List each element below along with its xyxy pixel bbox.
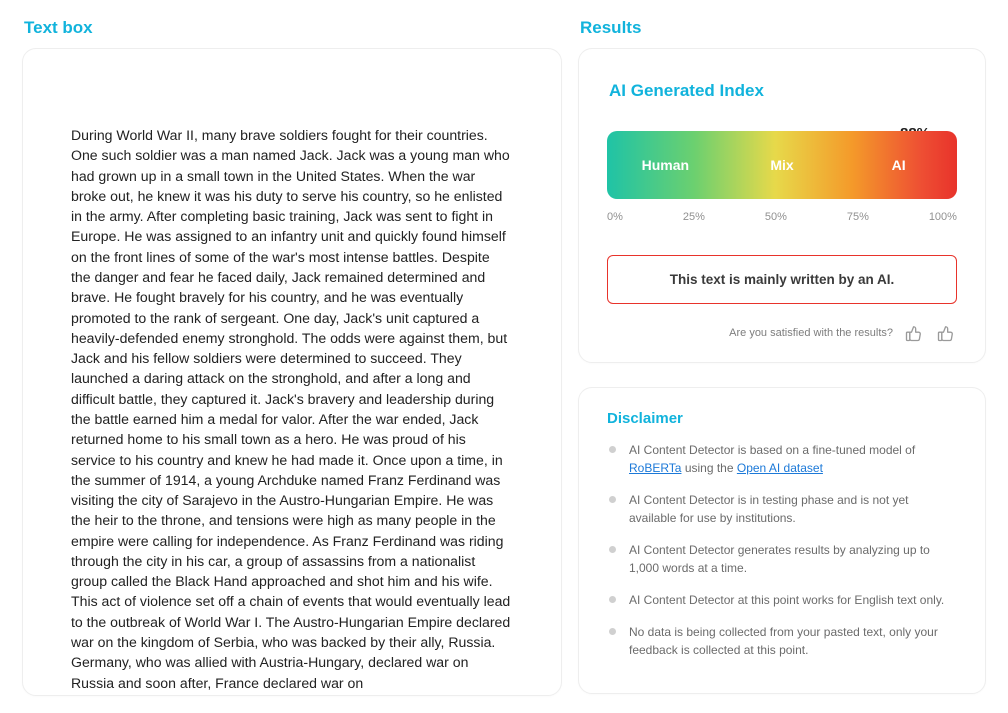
textbox-content[interactable]: During World War II, many brave soldiers… <box>71 125 513 693</box>
thumbs-down-icon[interactable] <box>903 322 925 344</box>
disclaimer-item-2: AI Content Detector is in testing phase … <box>607 491 957 527</box>
thumbs-up-icon[interactable] <box>935 322 957 344</box>
gauge-bar: Human Mix AI <box>607 131 957 199</box>
axis-50: 50% <box>765 211 787 223</box>
textbox-card[interactable]: During World War II, many brave soldiers… <box>22 48 562 696</box>
openai-dataset-link[interactable]: Open AI dataset <box>737 461 823 475</box>
disclaimer-list: AI Content Detector is based on a fine-t… <box>607 441 957 659</box>
disclaimer-item-1: AI Content Detector is based on a fine-t… <box>607 441 957 477</box>
textbox-title: Text box <box>24 18 562 38</box>
disclaimer-text: using the <box>681 461 736 475</box>
axis-75: 75% <box>847 211 869 223</box>
axis-25: 25% <box>683 211 705 223</box>
disclaimer-text: AI Content Detector is based on a fine-t… <box>629 443 915 457</box>
results-title: Results <box>580 18 986 38</box>
gauge-axis: 0% 25% 50% 75% 100% <box>607 211 957 223</box>
feedback-row: Are you satisfied with the results? <box>607 322 957 344</box>
disclaimer-item-3: AI Content Detector generates results by… <box>607 541 957 577</box>
disclaimer-card: Disclaimer AI Content Detector is based … <box>578 387 986 694</box>
gauge-label-mix: Mix <box>724 157 841 173</box>
roberta-link[interactable]: RoBERTa <box>629 461 681 475</box>
verdict-box: This text is mainly written by an AI. <box>607 255 957 304</box>
ai-index-gauge: 88% Human Mix AI 0% 25% 50% 75% 100% <box>607 131 957 223</box>
gauge-label-human: Human <box>607 157 724 173</box>
ai-index-heading: AI Generated Index <box>609 81 957 101</box>
textbox-column: Text box During World War II, many brave… <box>22 12 562 696</box>
feedback-prompt: Are you satisfied with the results? <box>729 327 893 339</box>
disclaimer-heading: Disclaimer <box>607 410 957 427</box>
disclaimer-item-5: No data is being collected from your pas… <box>607 623 957 659</box>
axis-100: 100% <box>929 211 957 223</box>
results-column: Results AI Generated Index 88% Human Mix… <box>578 12 986 696</box>
gauge-label-ai: AI <box>840 157 957 173</box>
axis-0: 0% <box>607 211 623 223</box>
disclaimer-item-4: AI Content Detector at this point works … <box>607 591 957 609</box>
results-card: AI Generated Index 88% Human Mix AI 0% 2… <box>578 48 986 363</box>
